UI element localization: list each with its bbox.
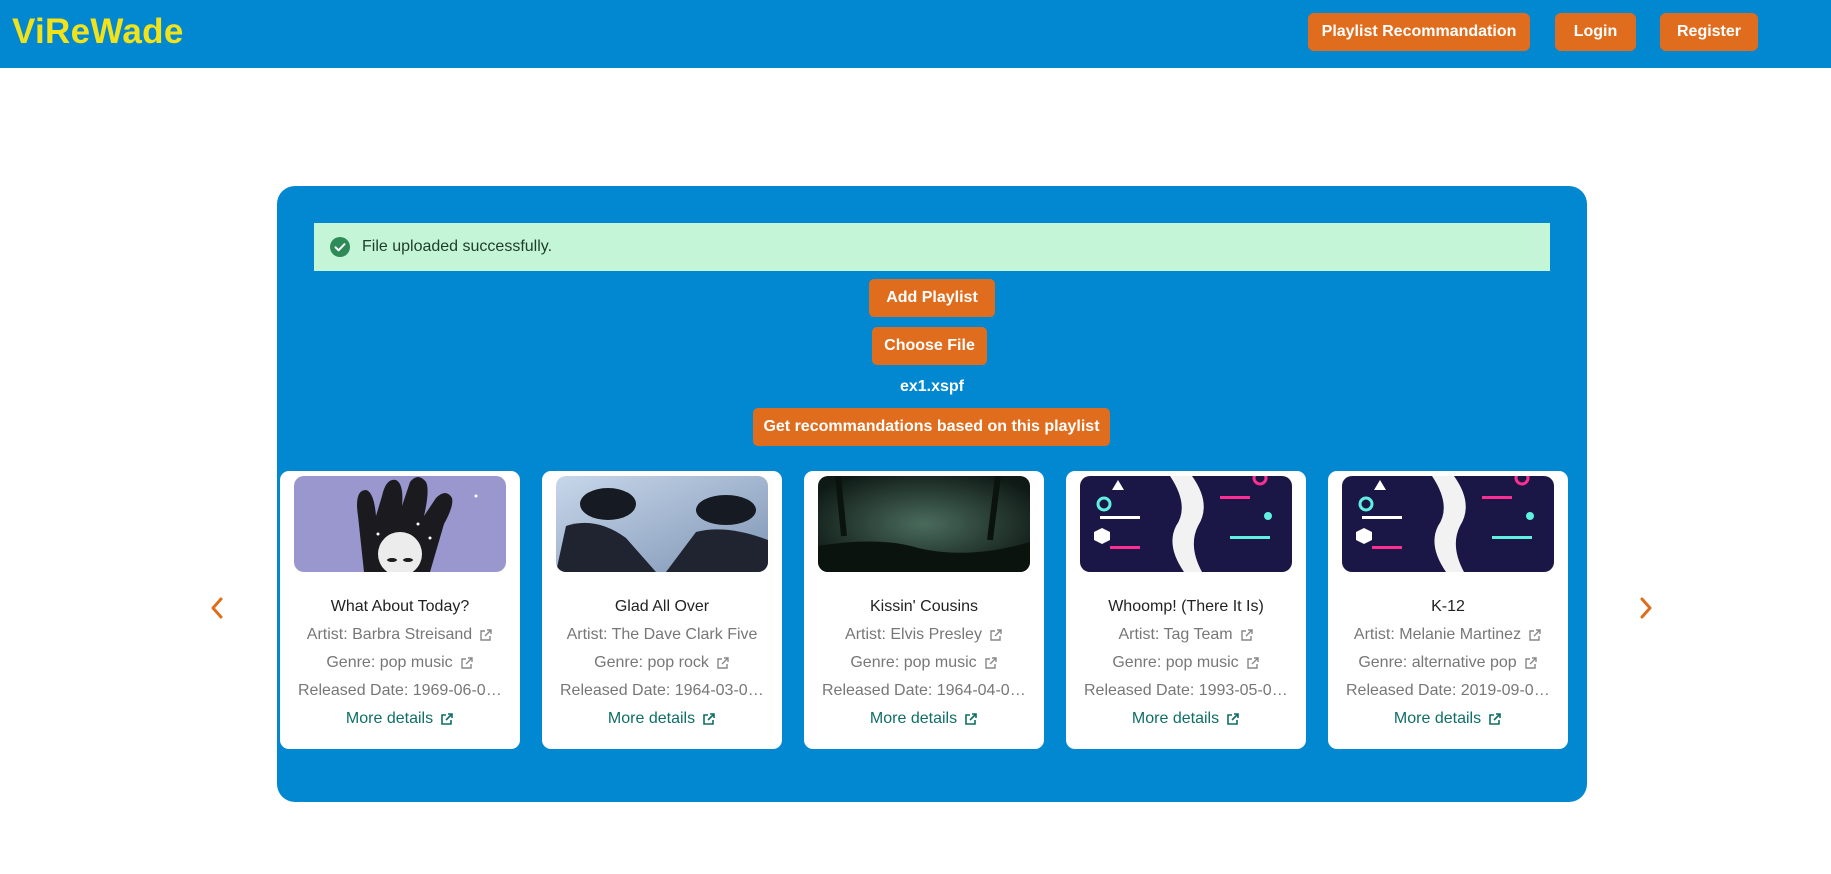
release-date-text: Released Date: 1969-06-01T00:00:00Z — [298, 682, 502, 699]
external-link-icon — [702, 712, 716, 726]
login-button[interactable]: Login — [1555, 13, 1636, 51]
song-genre[interactable]: Genre: pop music — [810, 654, 1038, 672]
song-artist[interactable]: Artist: Melanie Martinez — [1334, 626, 1562, 644]
external-link-icon — [989, 628, 1003, 642]
more-details-label: More details — [607, 710, 696, 727]
album-cover-image — [1080, 476, 1292, 572]
more-details-label: More details — [1393, 710, 1482, 727]
external-link-icon — [1524, 656, 1538, 670]
song-title: Kissin' Cousins — [870, 598, 978, 615]
album-cover-image — [556, 476, 768, 572]
site-logo[interactable]: ViReWade — [12, 12, 184, 52]
more-details-link[interactable]: More details — [280, 710, 520, 728]
external-link-icon — [984, 656, 998, 670]
genre-text: Genre: pop music — [850, 654, 977, 671]
song-release-date: Released Date: 1964-03-01T00:00:00Z — [548, 682, 776, 700]
external-link-icon — [716, 656, 730, 670]
album-cover-image — [818, 476, 1030, 572]
genre-text: Genre: pop music — [1112, 654, 1239, 671]
genre-text: Genre: alternative pop — [1358, 654, 1517, 671]
upload-success-alert: File uploaded successfully. — [314, 223, 1550, 271]
more-details-link[interactable]: More details — [542, 710, 782, 728]
release-date-text: Released Date: 1964-03-01T00:00:00Z — [560, 682, 764, 699]
more-details-label: More details — [869, 710, 958, 727]
external-link-icon — [1240, 628, 1254, 642]
release-date-text: Released Date: 1993-05-07T00:00:00Z — [1084, 682, 1288, 699]
song-release-date: Released Date: 1969-06-01T00:00:00Z — [286, 682, 514, 700]
external-link-icon — [479, 628, 493, 642]
chevron-left-icon — [210, 597, 224, 624]
song-release-date: Released Date: 1993-05-07T00:00:00Z — [1072, 682, 1300, 700]
song-card: K-12 Artist: Melanie Martinez Genre: alt… — [1328, 471, 1568, 749]
check-circle-icon — [330, 237, 350, 257]
artist-text: Artist: Tag Team — [1118, 626, 1233, 643]
song-release-date: Released Date: 1964-04-02T00:00:00Z — [810, 682, 1038, 700]
artist-text: Artist: Barbra Streisand — [306, 626, 473, 643]
carousel-prev-button[interactable] — [205, 596, 229, 624]
artist-text: Artist: Elvis Presley — [845, 626, 982, 643]
top-navbar: ViReWade Playlist Recommandation Login R… — [0, 0, 1831, 68]
more-details-link[interactable]: More details — [1328, 710, 1568, 728]
song-artist[interactable]: Artist: The Dave Clark Five — [548, 626, 776, 644]
song-card: What About Today? Artist: Barbra Streisa… — [280, 471, 520, 749]
selected-file-name: ex1.xspf — [899, 378, 965, 395]
song-card: Glad All Over Artist: The Dave Clark Fiv… — [542, 471, 782, 749]
external-link-icon — [440, 712, 454, 726]
song-card: Kissin' Cousins Artist: Elvis Presley Ge… — [804, 471, 1044, 749]
chevron-right-icon — [1639, 597, 1653, 624]
genre-text: Genre: pop rock — [594, 654, 709, 671]
playlist-recommendation-button[interactable]: Playlist Recommandation — [1308, 13, 1530, 51]
song-genre[interactable]: Genre: pop music — [286, 654, 514, 672]
artist-text: Artist: The Dave Clark Five — [566, 626, 758, 643]
add-playlist-button[interactable]: Add Playlist — [869, 279, 995, 317]
external-link-icon — [964, 712, 978, 726]
more-details-label: More details — [1131, 710, 1220, 727]
song-genre[interactable]: Genre: pop music — [1072, 654, 1300, 672]
song-genre[interactable]: Genre: alternative pop — [1334, 654, 1562, 672]
release-date-text: Released Date: 1964-04-02T00:00:00Z — [822, 682, 1026, 699]
album-cover-image — [294, 476, 506, 572]
genre-text: Genre: pop music — [326, 654, 453, 671]
song-artist[interactable]: Artist: Tag Team — [1072, 626, 1300, 644]
get-recommendations-button[interactable]: Get recommandations based on this playli… — [753, 408, 1110, 446]
song-genre[interactable]: Genre: pop rock — [548, 654, 776, 672]
song-title: K-12 — [1431, 598, 1465, 615]
external-link-icon — [1488, 712, 1502, 726]
song-title: What About Today? — [330, 598, 470, 615]
song-artist[interactable]: Artist: Elvis Presley — [810, 626, 1038, 644]
release-date-text: Released Date: 2019-09-06T00:00:00Z — [1346, 682, 1550, 699]
song-title: Whoomp! (There It Is) — [1108, 598, 1264, 615]
more-details-label: More details — [345, 710, 434, 727]
external-link-icon — [1528, 628, 1542, 642]
song-title: Glad All Over — [614, 598, 710, 615]
song-artist[interactable]: Artist: Barbra Streisand — [286, 626, 514, 644]
more-details-link[interactable]: More details — [1066, 710, 1306, 728]
choose-file-button[interactable]: Choose File — [872, 327, 987, 365]
external-link-icon — [1226, 712, 1240, 726]
alert-message: File uploaded successfully. — [362, 238, 553, 255]
register-button[interactable]: Register — [1660, 13, 1758, 51]
artist-text: Artist: Melanie Martinez — [1353, 626, 1522, 643]
carousel-next-button[interactable] — [1634, 596, 1658, 624]
song-release-date: Released Date: 2019-09-06T00:00:00Z — [1334, 682, 1562, 700]
external-link-icon — [460, 656, 474, 670]
external-link-icon — [1246, 656, 1260, 670]
song-card: Whoomp! (There It Is) Artist: Tag Team G… — [1066, 471, 1306, 749]
more-details-link[interactable]: More details — [804, 710, 1044, 728]
album-cover-image — [1342, 476, 1554, 572]
